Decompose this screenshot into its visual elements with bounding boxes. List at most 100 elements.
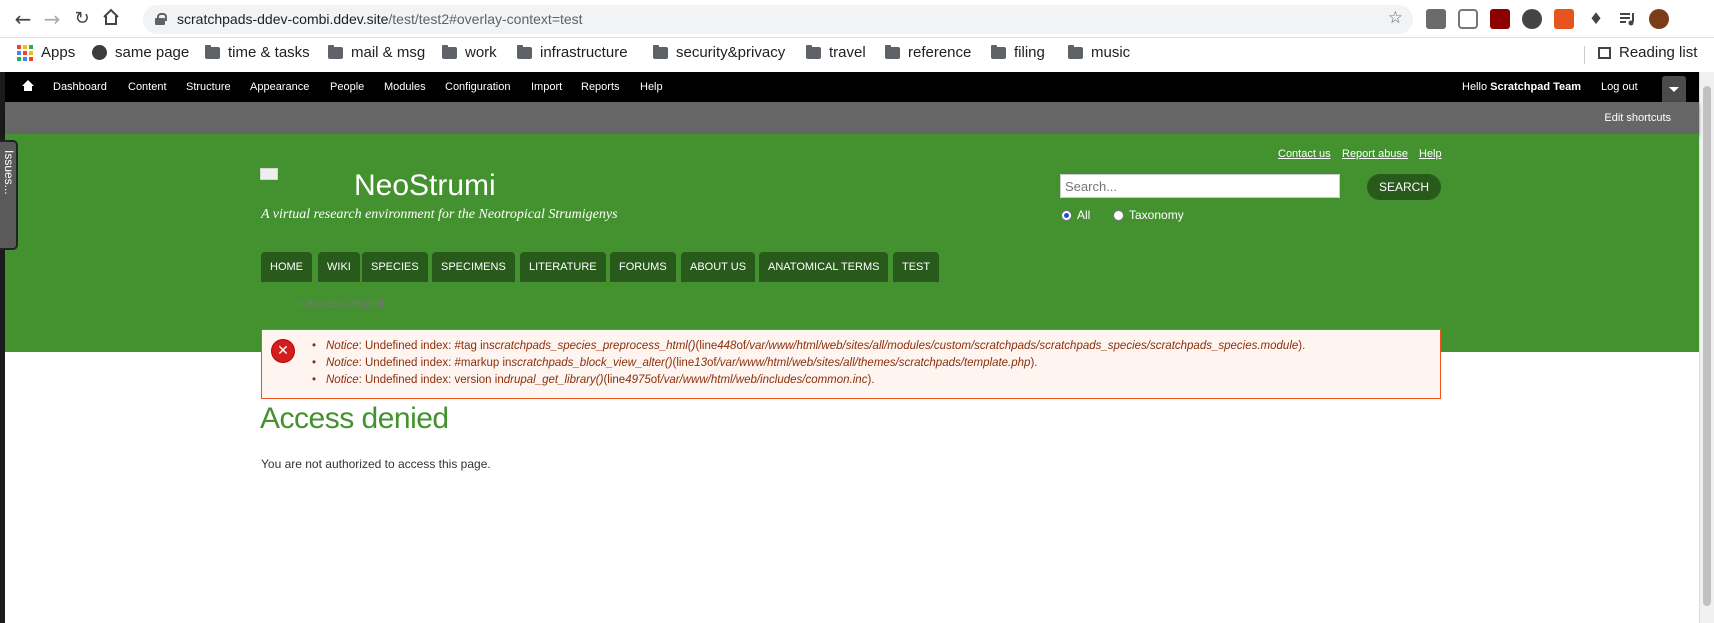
tab-anatomical-terms[interactable]: ANATOMICAL TERMS xyxy=(759,252,889,282)
error-messages: ✕ • Notice: Undefined index: #tag in scr… xyxy=(261,329,1441,399)
forward-icon[interactable]: → xyxy=(41,8,63,30)
contact-us-link[interactable]: Contact us xyxy=(1278,148,1331,160)
search-button[interactable]: SEARCH xyxy=(1367,174,1441,200)
admin-item-dashboard[interactable]: Dashboard xyxy=(53,81,107,93)
scrollbar-thumb[interactable] xyxy=(1703,86,1711,606)
bookmark-label: reference xyxy=(908,44,972,61)
admin-item-configuration[interactable]: Configuration xyxy=(445,81,510,93)
radio-all[interactable]: All xyxy=(1061,208,1090,222)
site-slogan: A virtual research environment for the N… xyxy=(261,207,618,222)
privacy-icon[interactable] xyxy=(1522,9,1542,29)
greeting: Hello Scratchpad Team xyxy=(1462,81,1581,93)
error-end: ). xyxy=(1030,357,1038,369)
user-name[interactable]: Scratchpad Team xyxy=(1490,81,1581,93)
error-end: ). xyxy=(1298,340,1306,352)
bookmark-apps[interactable]: Apps xyxy=(17,44,75,61)
address-bar[interactable]: scratchpads-ddev-combi.ddev.site/test/te… xyxy=(143,5,1413,34)
error-file: /var/www/html/web/includes/common.inc xyxy=(660,374,868,386)
error-func: drupal_get_library() xyxy=(503,374,604,386)
site-logo[interactable] xyxy=(260,168,278,180)
breadcrumb: Home » Access denied xyxy=(261,296,384,310)
admin-item-appearance[interactable]: Appearance xyxy=(250,81,309,93)
error-of: of xyxy=(736,340,747,352)
error-line-number: 448 xyxy=(717,340,737,352)
home-icon[interactable] xyxy=(100,8,122,30)
radio-taxonomy-circle[interactable] xyxy=(1113,209,1124,221)
greeting-hello: Hello xyxy=(1462,81,1488,93)
home-icon[interactable] xyxy=(22,80,34,92)
bookmark-mail-msg[interactable]: mail & msg xyxy=(328,44,425,61)
admin-item-reports[interactable]: Reports xyxy=(581,81,620,93)
admin-item-help[interactable]: Help xyxy=(640,81,663,93)
bookmark-same-page[interactable]: same page xyxy=(92,44,189,61)
media-control-icon[interactable] xyxy=(1618,9,1638,29)
puzzle-icon[interactable]: ♦ xyxy=(1586,9,1606,29)
site-header xyxy=(5,134,1699,352)
tab-specimens[interactable]: SPECIMENS xyxy=(432,252,515,282)
bookmark-time-tasks[interactable]: time & tasks xyxy=(205,44,310,61)
issues-tab[interactable]: Issues... xyxy=(0,140,18,250)
alert-extension-icon[interactable] xyxy=(1554,9,1574,29)
admin-item-structure[interactable]: Structure xyxy=(186,81,231,93)
bookmark-reference[interactable]: reference xyxy=(885,44,971,61)
folder-icon xyxy=(991,44,1006,59)
scrollbar[interactable] xyxy=(1699,72,1714,623)
edit-shortcuts-link[interactable]: Edit shortcuts xyxy=(1604,112,1671,124)
error-list: • Notice: Undefined index: #tag in scrat… xyxy=(312,340,1305,391)
radio-taxonomy[interactable]: Taxonomy xyxy=(1113,208,1184,222)
tab-about-us[interactable]: ABOUT US xyxy=(681,252,756,282)
error-of: of xyxy=(650,374,661,386)
extension-icon[interactable] xyxy=(1426,9,1446,29)
logout-link[interactable]: Log out xyxy=(1601,81,1638,93)
star-icon[interactable]: ☆ xyxy=(1388,8,1403,28)
reload-icon[interactable]: ↻ xyxy=(71,8,93,30)
page-title: Access denied xyxy=(260,402,449,435)
folder-icon xyxy=(885,44,900,59)
bullet-icon: • xyxy=(312,374,317,386)
admin-item-modules[interactable]: Modules xyxy=(384,81,426,93)
page-viewport: Dashboard Content Structure Appearance P… xyxy=(0,72,1714,623)
bookmark-filing[interactable]: filing xyxy=(991,44,1045,61)
admin-item-people[interactable]: People xyxy=(330,81,364,93)
report-abuse-link[interactable]: Report abuse xyxy=(1342,148,1408,160)
radio-taxonomy-label: Taxonomy xyxy=(1129,208,1184,222)
bookmark-work[interactable]: work xyxy=(442,44,497,61)
search-input[interactable] xyxy=(1060,174,1340,198)
breadcrumb-home-link[interactable]: Home xyxy=(261,296,293,310)
lock-icon[interactable] xyxy=(155,13,167,25)
help-link[interactable]: Help xyxy=(1419,148,1442,160)
avatar[interactable] xyxy=(1649,9,1669,29)
site-name[interactable]: NeoStrumi xyxy=(354,169,496,203)
error-type: Notice xyxy=(326,340,359,352)
admin-item-content[interactable]: Content xyxy=(128,81,167,93)
folder-icon xyxy=(442,44,457,59)
bookmark-travel[interactable]: travel xyxy=(806,44,866,61)
reading-list-button[interactable]: Reading list xyxy=(1598,44,1697,61)
tab-test[interactable]: TEST xyxy=(893,252,940,282)
tab-literature[interactable]: LITERATURE xyxy=(520,252,606,282)
bookmark-music[interactable]: music xyxy=(1068,44,1130,61)
tab-species[interactable]: SPECIES xyxy=(362,252,428,282)
folder-icon xyxy=(517,44,532,59)
radio-all-circle[interactable] xyxy=(1061,209,1072,221)
bookmark-security-privacy[interactable]: security&privacy xyxy=(653,44,785,61)
tab-forums[interactable]: FORUMS xyxy=(610,252,676,282)
breadcrumb-separator: » xyxy=(296,296,304,310)
error-of: of xyxy=(707,357,717,369)
url-text[interactable]: scratchpads-ddev-combi.ddev.site/test/te… xyxy=(177,11,583,27)
tab-wiki[interactable]: WIKI xyxy=(318,252,360,282)
camera-icon[interactable] xyxy=(1458,9,1478,29)
error-mid: (line xyxy=(695,340,718,352)
tab-home[interactable]: HOME xyxy=(261,252,312,282)
access-denied-message: You are not authorized to access this pa… xyxy=(261,457,491,471)
bookmark-label: infrastructure xyxy=(540,44,628,61)
bookmark-label: same page xyxy=(115,44,190,61)
admin-item-import[interactable]: Import xyxy=(531,81,562,93)
bookmark-label: mail & msg xyxy=(351,44,426,61)
bookmark-infrastructure[interactable]: infrastructure xyxy=(517,44,628,61)
ublock-icon[interactable] xyxy=(1490,9,1510,29)
back-icon[interactable]: ← xyxy=(12,8,34,30)
error-icon: ✕ xyxy=(272,340,294,362)
globe-icon xyxy=(92,45,107,60)
toggle-shortcuts-button[interactable] xyxy=(1662,76,1686,102)
